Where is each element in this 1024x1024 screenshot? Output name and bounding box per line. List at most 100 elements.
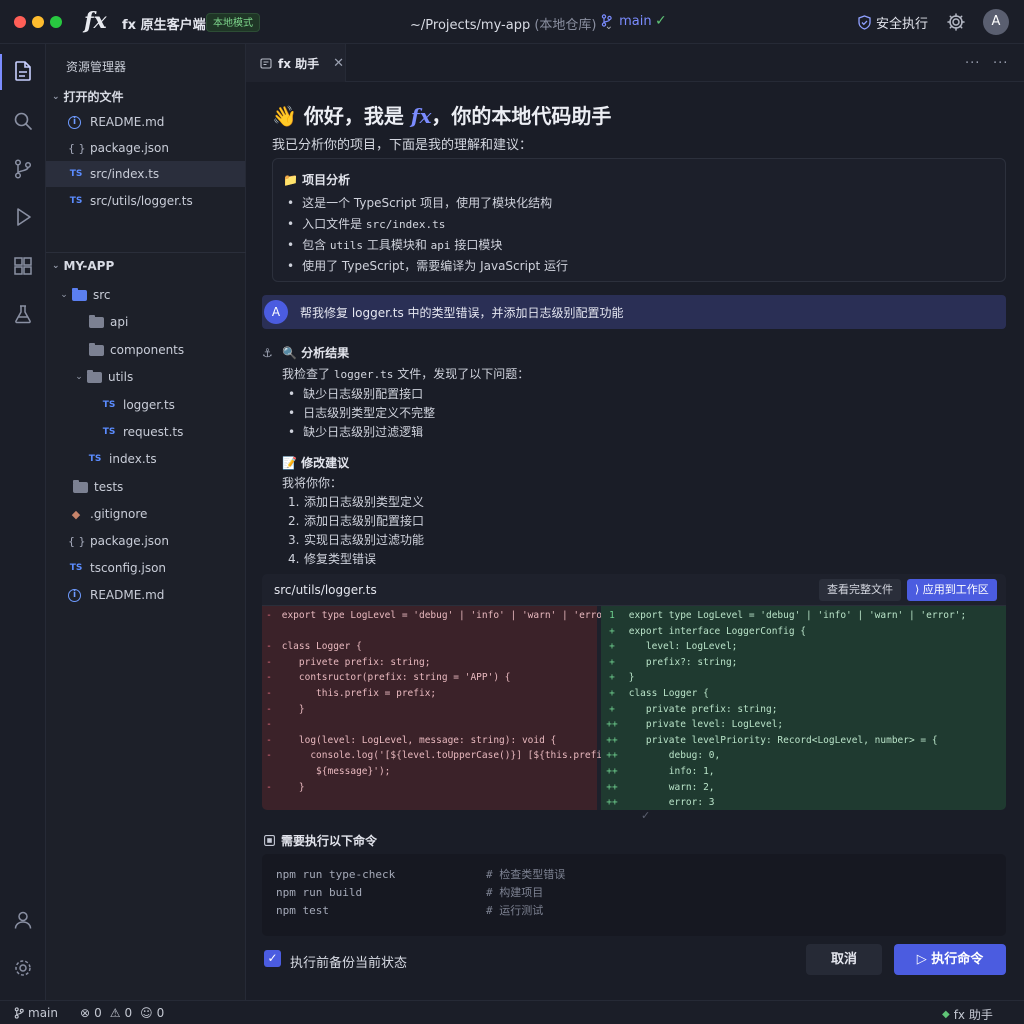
files-icon[interactable] [12, 60, 34, 82]
run-command-button[interactable]: ▷ 执行命令 [894, 944, 1006, 975]
project-path-sub: (本地仓库) [534, 18, 597, 33]
apply-to-workspace-button[interactable]: ⟩ 应用到工作区 [907, 579, 997, 601]
open-file-item[interactable]: { } package.json [46, 135, 245, 161]
secure-execution-button[interactable]: 安全执行 [858, 13, 928, 32]
flask-icon[interactable] [12, 303, 34, 325]
diff-line [262, 624, 597, 640]
tree-file-request[interactable]: TS request.ts [46, 419, 245, 445]
chevron-down-icon: ⌄ [60, 290, 68, 300]
gear-icon[interactable] [946, 12, 966, 32]
user-avatar[interactable]: A [983, 9, 1009, 35]
diff-code: } [276, 781, 305, 793]
status-problems[interactable]: ⊗ 0 ⚠ 0 ☺ 0 [80, 1006, 164, 1020]
view-full-file-button[interactable]: 查看完整文件 [819, 579, 901, 601]
play-icon: ▷ [916, 952, 932, 967]
diff-line: ++ error: 3 [601, 795, 1006, 810]
chevron-down-icon: ⌄ [75, 372, 83, 382]
info-icon: ☺ [140, 1006, 153, 1020]
backup-checkbox[interactable]: ✓ [264, 950, 281, 967]
open-file-item[interactable]: TS src/utils/logger.ts [46, 188, 245, 214]
account-icon[interactable] [12, 909, 34, 931]
tree-file-tsconfig[interactable]: TS tsconfig.json [46, 555, 245, 581]
ts-icon: TS [102, 400, 116, 410]
open-file-item[interactable]: i README.md [46, 109, 245, 135]
tab-fx-assistant[interactable]: fx 助手 ✕ [246, 44, 346, 82]
diff-marker: ++ [606, 734, 618, 746]
sparkle-icon: ◆ [942, 1009, 950, 1020]
tree-file-package[interactable]: { } package.json [46, 528, 245, 554]
suggest-title: 修改建议 [301, 456, 350, 470]
list-item-text: 添加日志级别类型定义 [304, 495, 425, 509]
status-assistant[interactable]: ◆ fx 助手 [942, 1006, 993, 1023]
status-bar: main ⊗ 0 ⚠ 0 ☺ 0 ◆ fx 助手 [0, 1000, 1024, 1024]
settings-icon[interactable] [12, 957, 34, 979]
more-icon[interactable]: ··· [965, 56, 980, 71]
window-close-button[interactable] [14, 16, 26, 28]
tree-folder-tests[interactable]: tests [46, 474, 245, 500]
branch-selector[interactable]: main [601, 14, 652, 29]
diff-line: ++ debug: 0, [601, 748, 1006, 764]
tree-file-logger[interactable]: TS logger.ts [46, 392, 245, 418]
more-icon[interactable]: ··· [993, 56, 1008, 71]
diff-header: src/utils/logger.ts 查看完整文件 ⟩ 应用到工作区 [262, 574, 1006, 606]
info-icon: i [68, 115, 81, 129]
extensions-icon[interactable] [12, 255, 34, 277]
window-minimize-button[interactable] [32, 16, 44, 28]
diff-line: - [262, 717, 597, 733]
tree-folder-components[interactable]: components [46, 337, 245, 363]
diff-line: 1 export type LogLevel = 'debug' | 'info… [601, 608, 1006, 624]
list-item-text: 修复类型错误 [304, 552, 377, 566]
project-path-selector[interactable]: ~/Projects/my-app (本地仓库) ⌄ [410, 14, 613, 33]
cancel-button[interactable]: 取消 [806, 944, 882, 975]
tree-folder-src[interactable]: ⌄ src [46, 282, 245, 308]
apply-icon: ⟩ [915, 583, 923, 596]
tree-file-readme[interactable]: i README.md [46, 582, 245, 608]
file-name: index.ts [109, 452, 157, 466]
tree-folder-utils[interactable]: ⌄ utils [46, 364, 245, 390]
tree-file-index[interactable]: TS index.ts [46, 446, 245, 472]
greeting-prefix: 你好，我是 [303, 104, 411, 128]
diff-code: info: 1, [623, 765, 715, 777]
project-header[interactable]: ⌄ MY-APP [52, 259, 114, 273]
diff-line: + export interface LoggerConfig { [601, 624, 1006, 640]
user-message-text: 帮我修复 logger.ts 中的类型错误，并添加日志级别配置功能 [300, 305, 624, 320]
ts-icon: TS [102, 427, 116, 437]
file-name: tsconfig.json [90, 561, 167, 575]
source-control-icon[interactable] [12, 158, 34, 180]
folder-icon [89, 342, 104, 356]
diff-line: - console.log('[${level.toUpperCase()}] … [262, 748, 619, 764]
code-inline: utils [329, 239, 364, 252]
activity-bar [0, 44, 46, 1000]
search-icon[interactable] [12, 110, 34, 132]
tree-folder-api[interactable]: api [46, 309, 245, 335]
diff-code: private prefix: string; [623, 703, 778, 715]
command-line: npm test # 运行测试 [276, 902, 543, 920]
open-files-header[interactable]: ⌄ 打开的文件 [52, 88, 124, 105]
diff-viewer: src/utils/logger.ts 查看完整文件 ⟩ 应用到工作区 - ex… [262, 574, 1006, 810]
run-debug-icon[interactable] [12, 206, 34, 228]
diff-code: level: LogLevel; [623, 641, 738, 653]
diff-code: ${message}'); [276, 765, 391, 777]
backup-label[interactable]: 执行前备份当前状态 [290, 952, 407, 971]
chevron-down-icon: ⌄ [52, 261, 60, 271]
error-count: 0 [94, 1006, 102, 1020]
tree-file-gitignore[interactable]: ◆ .gitignore [46, 501, 245, 527]
commands-heading: 需要执行以下命令 [264, 832, 377, 849]
project-title: MY-APP [63, 259, 115, 273]
diff-marker: + [609, 687, 615, 699]
diff-line: + class Logger { [601, 686, 1006, 702]
diff-removed-pane: - export type LogLevel = 'debug' | 'info… [262, 606, 619, 810]
code-inline: src/index.ts [365, 218, 446, 231]
open-file-item[interactable]: TS src/index.ts [46, 161, 245, 187]
diff-code: class Logger { [623, 687, 709, 699]
window-maximize-button[interactable] [50, 16, 62, 28]
avatar: A [264, 300, 288, 324]
folder-icon [73, 479, 88, 493]
close-icon[interactable]: ✕ [333, 56, 344, 71]
editor-tab-bar: fx 助手 ✕ ··· ··· [246, 44, 1024, 82]
diff-marker: - [266, 672, 272, 684]
expand-diff-icon[interactable]: ✓ [641, 809, 650, 822]
diff-marker: - [266, 781, 272, 793]
analysis-heading: 📁 项目分析 [283, 171, 350, 188]
status-branch[interactable]: main [14, 1006, 58, 1020]
